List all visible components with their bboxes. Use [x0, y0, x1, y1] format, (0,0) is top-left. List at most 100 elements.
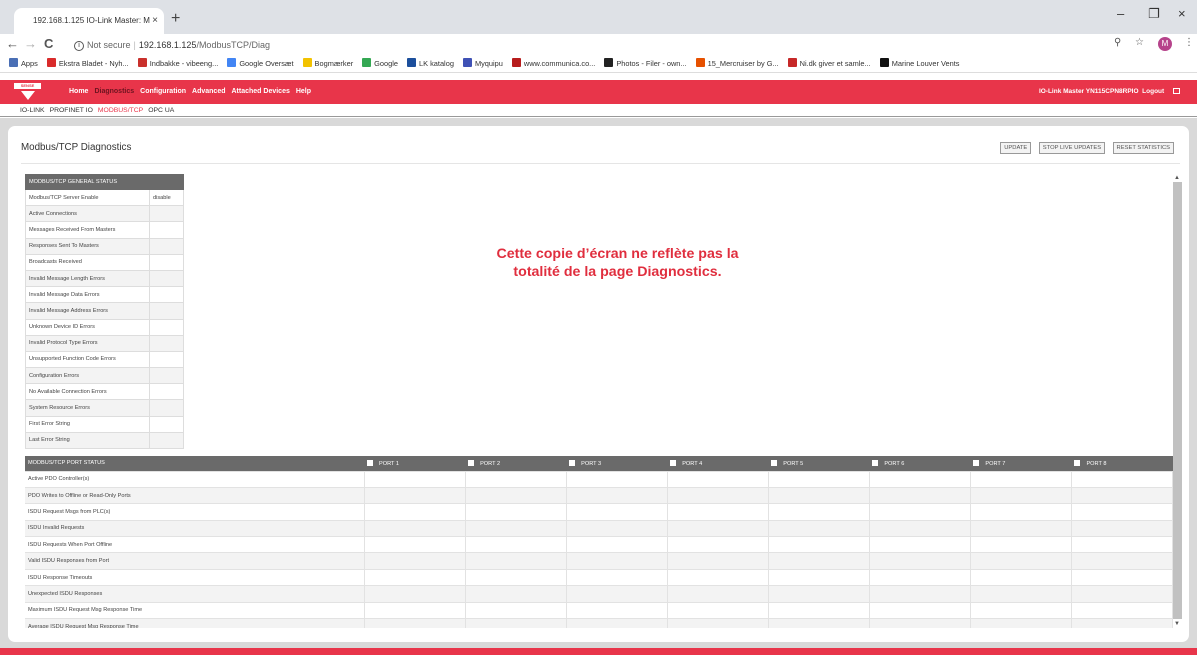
scrollbar-thumb[interactable]: [1173, 182, 1182, 619]
collapse-toggle-icon[interactable]: [670, 459, 677, 466]
port-value-cell: [364, 601, 466, 619]
table-row: Invalid Message Data Errors: [25, 286, 184, 304]
bookmark-item[interactable]: Google Oversæt: [227, 56, 294, 72]
nav-help[interactable]: Help: [296, 80, 311, 104]
port-column-header[interactable]: PORT 4: [667, 456, 769, 471]
url-field[interactable]: i Not secure | 192.168.1.125/ModbusTCP/Diag: [74, 37, 1134, 53]
menu-dots-icon[interactable]: ⋮: [1184, 37, 1194, 48]
port-column-header[interactable]: PORT 2: [465, 456, 567, 471]
bookmark-favicon-icon: [9, 58, 18, 67]
port-column-header[interactable]: PORT 6: [869, 456, 971, 471]
new-tab-button[interactable]: +: [171, 11, 180, 27]
browser-tab-bar: 192.168.1.125 IO-Link Master: M × + – ❐ …: [0, 0, 1197, 34]
row-label: Maximum ISDU Request Msg Response Time: [25, 601, 365, 619]
bookmark-item[interactable]: Marine Louver Vents: [879, 56, 960, 72]
nav-diagnostics[interactable]: Diagnostics: [94, 80, 134, 104]
collapse-toggle-icon[interactable]: [569, 459, 576, 466]
port-column-header[interactable]: PORT 3: [566, 456, 668, 471]
port-column-header[interactable]: PORT 5: [768, 456, 870, 471]
diagnostics-scroll-area[interactable]: MODBUS/TCP GENERAL STATUS Modbus/TCP Ser…: [25, 174, 1173, 628]
bookmark-item[interactable]: 15_Mercruiser by G...: [695, 56, 779, 72]
bookmark-item[interactable]: LK katalog: [407, 56, 454, 72]
bookmark-item[interactable]: Myquipu: [462, 56, 503, 72]
reset-statistics-button[interactable]: RESET STATISTICS: [1112, 142, 1174, 154]
collapse-toggle-icon[interactable]: [468, 459, 475, 466]
nav-configuration[interactable]: Configuration: [140, 80, 186, 104]
avatar[interactable]: M: [1158, 37, 1172, 51]
forward-arrow-icon[interactable]: →: [24, 36, 37, 52]
port-value-cell: [465, 486, 567, 504]
tab-modbus-tcp[interactable]: MODBUS/TCP: [98, 104, 143, 117]
row-label: Valid ISDU Responses from Port: [25, 552, 365, 570]
row-label: Average ISDU Request Msg Response Time: [25, 618, 365, 628]
port-value-cell: [364, 618, 466, 628]
logout-icon[interactable]: [1173, 88, 1180, 95]
port-value-cell: [566, 618, 668, 628]
bookmark-item[interactable]: Photos - Filer - own...: [604, 56, 687, 72]
minimize-icon[interactable]: –: [1117, 6, 1124, 21]
port-column-header[interactable]: PORT 7: [970, 456, 1072, 471]
tab-io-link[interactable]: IO-LINK: [20, 104, 45, 117]
bookmark-item[interactable]: Ekstra Bladet - Nyh...: [46, 56, 129, 72]
scroll-up-icon[interactable]: ▲: [1174, 174, 1180, 182]
row-label: Configuration Errors: [25, 367, 150, 385]
nav-attached-devices[interactable]: Attached Devices: [232, 80, 290, 104]
scroll-down-icon[interactable]: ▼: [1174, 620, 1180, 628]
collapse-toggle-icon[interactable]: [771, 459, 778, 466]
row-label: Invalid Protocol Type Errors: [25, 334, 150, 352]
nav-home[interactable]: Home: [69, 80, 88, 104]
zoom-icon[interactable]: ⚲: [1114, 37, 1121, 48]
nav-advanced[interactable]: Advanced: [192, 80, 225, 104]
restore-icon[interactable]: ❐: [1148, 6, 1160, 22]
bookmark-item[interactable]: Bogmærker: [302, 56, 353, 72]
bookmark-item[interactable]: Ni.dk giver et samle...: [787, 56, 871, 72]
bookmark-label: Google Oversæt: [239, 59, 294, 68]
tab-opc-ua[interactable]: OPC UA: [148, 104, 174, 117]
reload-icon[interactable]: C: [44, 36, 53, 52]
port-value-cell: [970, 486, 1072, 504]
port-column-header[interactable]: PORT 1: [364, 456, 466, 471]
table-row: Invalid Message Length Errors: [25, 269, 184, 288]
port-value-cell: [768, 486, 870, 504]
vertical-scrollbar[interactable]: ▲ ▼: [1173, 174, 1182, 628]
port-value-cell: [970, 618, 1072, 628]
general-status-table: MODBUS/TCP GENERAL STATUS Modbus/TCP Ser…: [25, 174, 184, 450]
row-value: [149, 253, 184, 271]
close-window-icon[interactable]: ×: [1178, 6, 1186, 21]
bookmark-item[interactable]: Apps: [9, 56, 38, 72]
bookmark-item[interactable]: www.communica.co...: [511, 56, 595, 72]
port-value-cell: [1071, 536, 1173, 553]
collapse-toggle-icon[interactable]: [1074, 459, 1081, 466]
port-value-cell: [970, 470, 1072, 488]
port-value-cell: [869, 618, 971, 628]
port-value-cell: [566, 519, 668, 537]
tab-close-icon[interactable]: ×: [152, 8, 158, 34]
bookmark-item[interactable]: Google: [362, 56, 398, 72]
stop-live-updates-button[interactable]: STOP LIVE UPDATES: [1038, 142, 1106, 154]
bookmark-star-icon[interactable]: ☆: [1135, 37, 1144, 48]
collapse-toggle-icon[interactable]: [367, 459, 373, 466]
brand-logo[interactable]: SENSE LINKED: [14, 83, 41, 101]
port-status-table: MODBUS/TCP PORT STATUS PORT 1 PORT 2 PORT 3…: [25, 456, 1173, 628]
port-value-cell: [465, 618, 567, 628]
update-button[interactable]: UPDATE: [1000, 142, 1032, 154]
bookmark-item[interactable]: Indbakke - vibeeng...: [137, 56, 218, 72]
bookmark-favicon-icon: [362, 58, 372, 67]
collapse-toggle-icon[interactable]: [973, 459, 980, 466]
browser-tab[interactable]: 192.168.1.125 IO-Link Master: M ×: [14, 8, 164, 34]
logout-link[interactable]: Logout: [1142, 88, 1164, 95]
tab-profinet-io[interactable]: PROFINET IO: [50, 104, 93, 117]
note-line-1: Cette copie d’écran ne reflète pas la: [496, 246, 739, 262]
port-value-cell: [869, 568, 971, 586]
port-column-header[interactable]: PORT 8: [1071, 456, 1173, 471]
table-row: ISDU Request Msgs from PLC(s): [25, 503, 1173, 521]
collapse-toggle-icon[interactable]: [872, 459, 879, 466]
row-label: Modbus/TCP Server Enable: [25, 188, 150, 207]
main-nav: Home Diagnostics Configuration Advanced Atta…: [69, 80, 317, 104]
port-value-cell: [465, 585, 567, 603]
info-icon[interactable]: i: [74, 40, 84, 51]
back-arrow-icon[interactable]: ←: [6, 36, 19, 52]
bookmark-favicon-icon: [879, 58, 889, 67]
bookmark-favicon-icon: [695, 58, 705, 67]
table-row: Active PDO Controller(s): [25, 470, 1173, 488]
